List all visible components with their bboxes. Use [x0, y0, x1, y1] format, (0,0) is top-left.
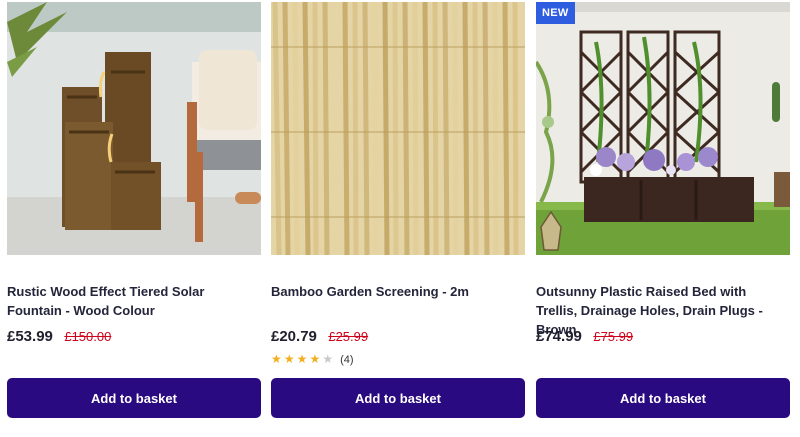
price-row: £53.99 £150.00 — [7, 328, 111, 348]
star-empty-icon: ★ — [322, 352, 333, 366]
new-badge: NEW — [536, 2, 575, 24]
price-row: £20.79 £25.99 — [271, 328, 368, 348]
was-price: £150.00 — [64, 329, 112, 344]
bamboo-screen-image — [271, 2, 525, 255]
product-image[interactable] — [7, 2, 261, 255]
product-title[interactable]: Rustic Wood Effect Tiered Solar Fountain… — [7, 282, 257, 320]
was-price: £75.99 — [593, 329, 634, 344]
current-price: £20.79 — [271, 328, 317, 345]
product-card: Rustic Wood Effect Tiered Solar Fountain… — [7, 0, 261, 437]
star-icon: ★ — [296, 352, 308, 366]
product-card: Bamboo Garden Screening - 2m £20.79 £25.… — [271, 0, 525, 437]
product-image[interactable]: NEW — [536, 2, 790, 255]
add-to-basket-button[interactable]: Add to basket — [536, 378, 790, 418]
raised-bed-image — [536, 2, 790, 255]
star-icon: ★ — [309, 352, 320, 366]
star-icon: ★ — [283, 352, 295, 366]
product-grid: Rustic Wood Effect Tiered Solar Fountain… — [0, 0, 800, 437]
was-price: £25.99 — [328, 329, 369, 344]
star-rating[interactable]: ★ ★ ★ ★ ★ (4) — [271, 352, 354, 366]
product-title[interactable]: Bamboo Garden Screening - 2m — [271, 282, 521, 301]
current-price: £74.99 — [536, 328, 582, 345]
current-price: £53.99 — [7, 328, 53, 345]
product-image[interactable] — [271, 2, 525, 255]
add-to-basket-button[interactable]: Add to basket — [7, 378, 261, 418]
add-to-basket-button[interactable]: Add to basket — [271, 378, 525, 418]
star-icon: ★ — [271, 352, 282, 366]
price-row: £74.99 £75.99 — [536, 328, 633, 348]
review-count: (4) — [340, 354, 354, 366]
fountain-image — [7, 2, 261, 255]
product-card: NEW Outsunny Plastic Raised Bed with Tre… — [536, 0, 790, 437]
